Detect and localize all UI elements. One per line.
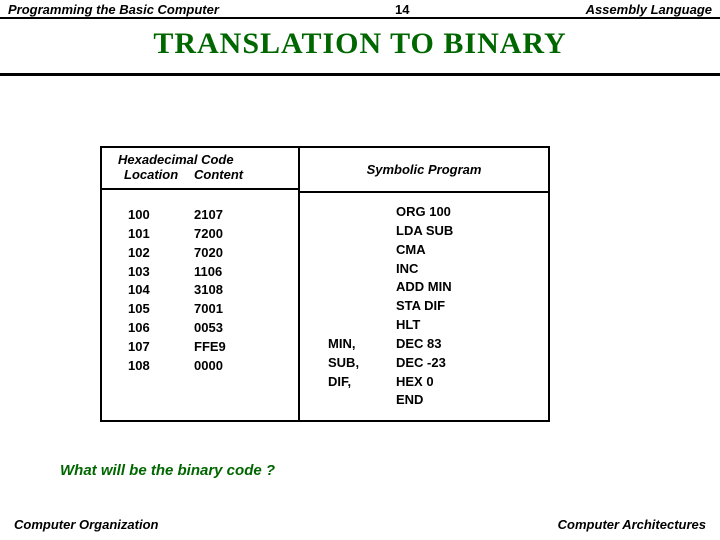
table-row: STA DIF [306, 297, 542, 316]
table-row: MIN,DEC 83 [306, 335, 542, 354]
slide-title: TRANSLATION TO BINARY [0, 19, 720, 76]
table-row: ADD MIN [306, 278, 542, 297]
table-row: 1060053 [108, 319, 292, 338]
header-left: Programming the Basic Computer [8, 2, 219, 17]
hex-table-header: Hexadecimal Code Location Content [102, 148, 298, 190]
table-row: 1002107 [108, 206, 292, 225]
hex-body: 1002107 1017200 1027020 1031106 1043108 … [102, 190, 298, 392]
table-row: 107FFE9 [108, 338, 292, 357]
page-number: 14 [395, 2, 409, 17]
table-row: 1080000 [108, 357, 292, 376]
hex-col-location: Location [114, 167, 194, 182]
table-row: 1043108 [108, 281, 292, 300]
table-row: HLT [306, 316, 542, 335]
hex-title: Hexadecimal Code [108, 152, 292, 167]
sym-body: ORG 100 LDA SUB CMA INC ADD MIN STA DIF … [300, 193, 548, 420]
footer-left: Computer Organization [14, 517, 158, 532]
table-row: INC [306, 260, 542, 279]
table-row: ORG 100 [306, 203, 542, 222]
table-row: 1027020 [108, 244, 292, 263]
table-row: 1031106 [108, 263, 292, 282]
content-area: Hexadecimal Code Location Content 100210… [0, 76, 720, 422]
table-row: END [306, 391, 542, 410]
header-right: Assembly Language [586, 2, 712, 17]
table-row: DIF,HEX 0 [306, 373, 542, 392]
hex-code-table: Hexadecimal Code Location Content 100210… [100, 146, 300, 422]
question-text: What will be the binary code ? [0, 422, 720, 479]
table-row: 1017200 [108, 225, 292, 244]
hex-col-content: Content [194, 167, 286, 182]
table-row: LDA SUB [306, 222, 542, 241]
tables-row: Hexadecimal Code Location Content 100210… [100, 146, 720, 422]
table-row: CMA [306, 241, 542, 260]
table-row: 1057001 [108, 300, 292, 319]
symbolic-program-table: Symbolic Program ORG 100 LDA SUB CMA INC… [300, 146, 550, 422]
sym-title: Symbolic Program [300, 148, 548, 193]
footer-right: Computer Architectures [558, 517, 706, 532]
table-row: SUB,DEC -23 [306, 354, 542, 373]
slide-header: Programming the Basic Computer 14 Assemb… [0, 0, 720, 19]
slide-footer: Computer Organization Computer Architect… [0, 517, 720, 532]
